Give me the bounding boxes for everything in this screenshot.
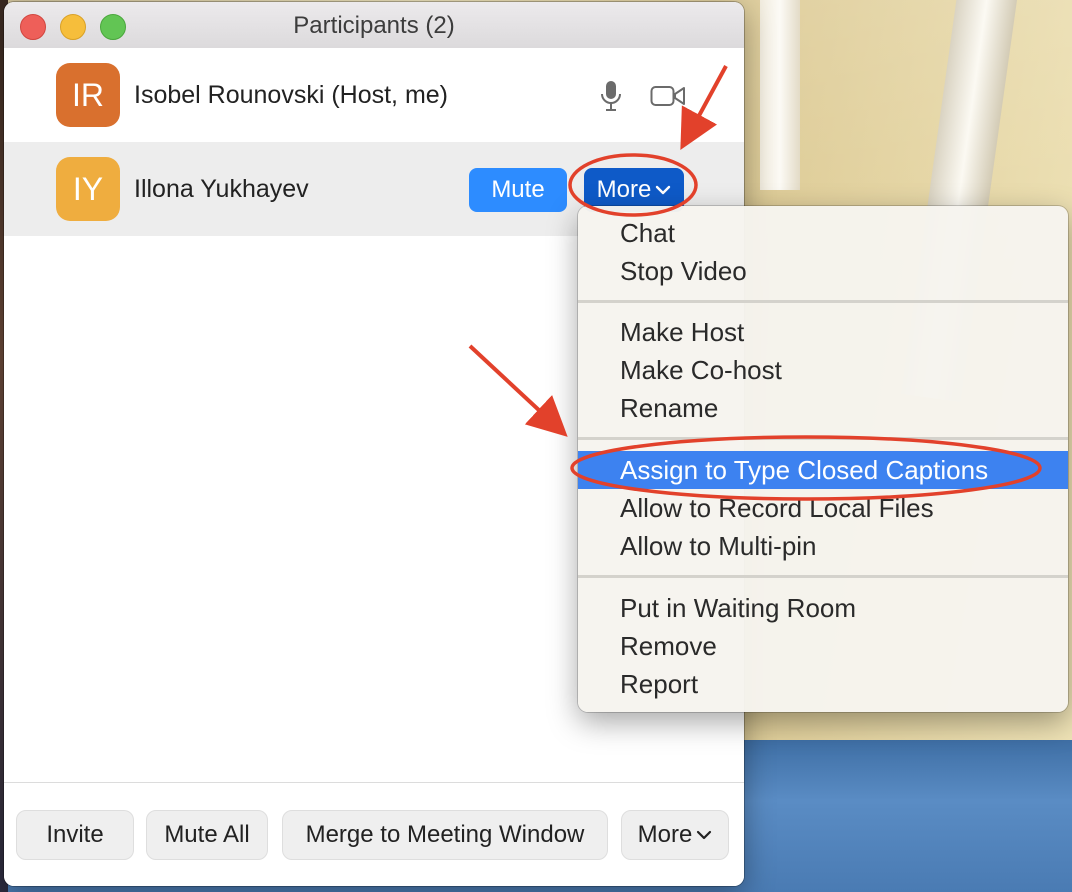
menu-separator [578, 300, 1068, 303]
participant-name: Isobel Rounovski (Host, me) [134, 81, 449, 109]
menu-separator [578, 437, 1068, 440]
menu-item-report[interactable]: Report [578, 665, 1068, 703]
menu-item-allow-multi-pin[interactable]: Allow to Multi-pin [578, 527, 1068, 565]
mute-participant-button[interactable]: Mute [469, 168, 567, 212]
mute-all-button[interactable]: Mute All [146, 810, 268, 860]
menu-item-rename[interactable]: Rename [578, 389, 1068, 427]
participants-footer: Invite Mute All Merge to Meeting Window … [4, 782, 744, 886]
menu-item-assign-closed-captions[interactable]: Assign to Type Closed Captions [578, 451, 1068, 489]
avatar: IY [56, 157, 120, 221]
menu-item-stop-video[interactable]: Stop Video [578, 252, 1068, 290]
video-camera-icon[interactable] [650, 84, 686, 108]
more-button-label: More [596, 176, 652, 203]
avatar: IR [56, 63, 120, 127]
menu-item-put-in-waiting-room[interactable]: Put in Waiting Room [578, 589, 1068, 627]
title-bar[interactable]: Participants (2) [4, 2, 744, 49]
menu-item-remove[interactable]: Remove [578, 627, 1068, 665]
menu-item-make-co-host[interactable]: Make Co-host [578, 351, 1068, 389]
chevron-down-icon [697, 830, 712, 840]
invite-button[interactable]: Invite [16, 810, 134, 860]
window-title: Participants (2) [293, 12, 455, 39]
footer-more-button[interactable]: More [621, 810, 729, 860]
more-button-label: More [637, 821, 693, 848]
participant-name: Illona Yukhayev [134, 175, 309, 203]
participant-row-host[interactable]: IR Isobel Rounovski (Host, me) [4, 48, 744, 142]
menu-item-chat[interactable]: Chat [578, 214, 1068, 252]
participant-context-menu: Chat Stop Video Make Host Make Co-host R… [578, 206, 1068, 712]
background-decor [760, 0, 800, 190]
menu-item-make-host[interactable]: Make Host [578, 313, 1068, 351]
menu-separator [578, 575, 1068, 578]
chevron-down-icon [656, 185, 671, 195]
microphone-icon[interactable] [600, 80, 622, 112]
merge-to-meeting-window-button[interactable]: Merge to Meeting Window [282, 810, 608, 860]
menu-item-allow-record-local-files[interactable]: Allow to Record Local Files [578, 489, 1068, 527]
